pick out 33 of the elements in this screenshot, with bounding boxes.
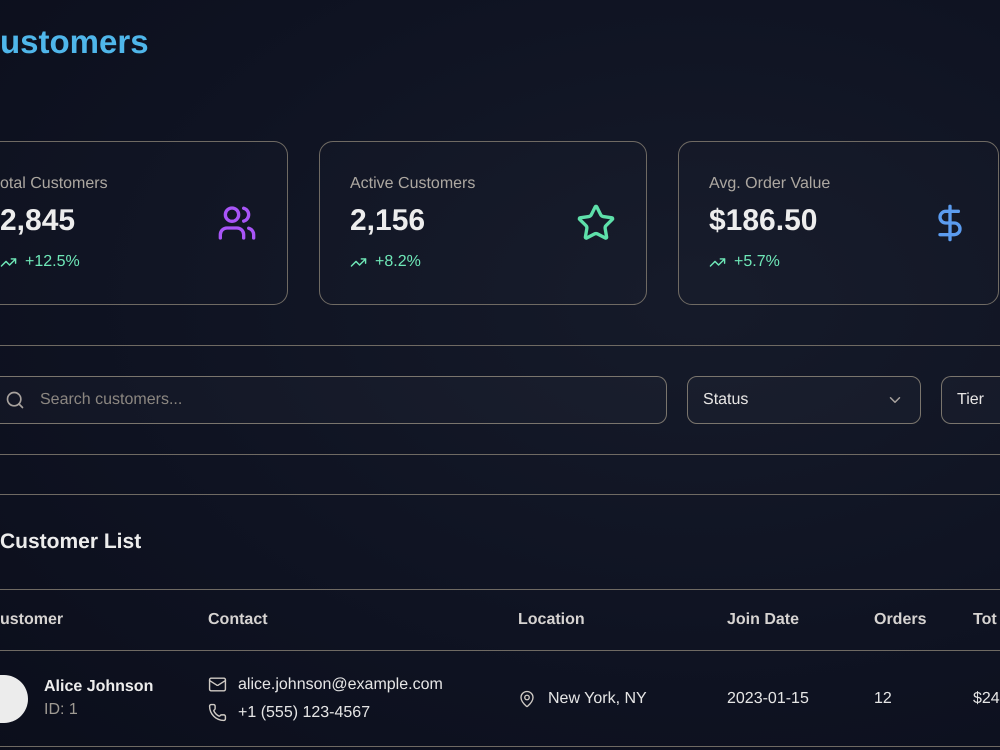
column-header: Contact: [208, 611, 269, 629]
page-title: ustomers: [0, 23, 149, 61]
stat-value: 2,845: [0, 203, 76, 239]
star-icon: [576, 203, 616, 243]
search-icon: [5, 390, 25, 410]
stat-label: Active Customers: [350, 174, 476, 194]
stat-value: 2,156: [350, 203, 426, 239]
select-dropdown[interactable]: Status: [687, 376, 922, 424]
search-field[interactable]: Search customers...: [0, 376, 668, 424]
column-header: ustomer: [0, 611, 64, 629]
total-cell: $24: [973, 690, 1000, 708]
mail-icon: [208, 675, 227, 694]
stat-change: +8.2%: [375, 252, 421, 272]
orders-cell-text: 12: [874, 690, 893, 708]
stat-change: +5.7%: [734, 252, 780, 272]
stat-change: +12.5%: [25, 252, 80, 272]
stat-label: otal Customers: [0, 174, 108, 194]
column-header: Orders: [874, 611, 928, 629]
phone-text: +1 (555) 123-4567: [238, 704, 370, 722]
map-pin-icon: [518, 690, 536, 708]
customer-id: ID: 1: [44, 701, 79, 719]
join-date-cell-text: 2023-01-15: [727, 690, 810, 708]
customer-name: Alice Johnson: [44, 678, 154, 696]
email-text: alice.johnson@example.com: [238, 676, 443, 694]
phone-icon: [208, 703, 227, 722]
column-header: Join Date: [727, 611, 800, 629]
column-header: Tot: [973, 611, 998, 629]
location-text: New York, NY: [548, 690, 647, 708]
column-header: Location: [518, 611, 586, 629]
table-title: Customer List: [0, 530, 142, 553]
stat-label: Avg. Order Value: [709, 174, 830, 194]
select-dropdown[interactable]: Tier: [941, 376, 1000, 424]
stat-value: $186.50: [709, 203, 818, 239]
